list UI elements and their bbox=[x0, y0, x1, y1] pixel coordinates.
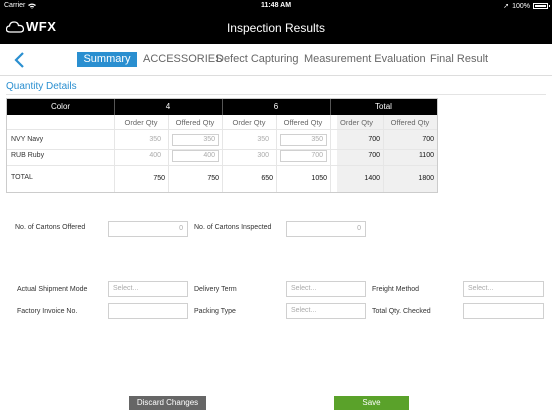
freight-method-label: Freight Method bbox=[372, 286, 420, 293]
page-title: Inspection Results bbox=[226, 21, 326, 35]
grid-body: Order Qty Offered Qty Order Qty Offered … bbox=[7, 115, 437, 192]
subheader-offered-qty: Offered Qty bbox=[390, 118, 430, 127]
header-color: Color bbox=[50, 102, 71, 111]
subheader-offered-qty: Offered Qty bbox=[175, 118, 215, 127]
shipment-mode-label: Actual Shipment Mode bbox=[17, 286, 88, 293]
save-button[interactable]: Save bbox=[334, 396, 409, 410]
offered-qty-input[interactable]: 350 bbox=[280, 134, 327, 146]
packing-type-label: Packing Type bbox=[194, 308, 236, 315]
tab-accessories[interactable]: ACCESSORIES bbox=[143, 52, 222, 67]
status-right: ➚ 100% bbox=[503, 2, 550, 10]
back-chevron-icon[interactable] bbox=[10, 50, 30, 70]
discard-changes-button[interactable]: Discard Changes bbox=[129, 396, 206, 410]
header-size-6: 6 bbox=[273, 102, 279, 111]
order-qty-cell: 350 bbox=[117, 134, 165, 146]
offered-qty-input[interactable]: 400 bbox=[172, 150, 219, 162]
section-divider bbox=[6, 94, 546, 95]
total-qty-checked-input[interactable] bbox=[463, 303, 544, 319]
total-cell: 750 bbox=[153, 175, 165, 182]
delivery-term-select[interactable]: Select... bbox=[286, 281, 366, 297]
offered-qty-input[interactable]: 350 bbox=[172, 134, 219, 146]
total-offered-qty: 1100 bbox=[418, 152, 434, 159]
battery-icon bbox=[533, 3, 550, 9]
subheader-order-qty: Order Qty bbox=[232, 118, 266, 127]
cartons-inspected-input[interactable]: 0 bbox=[286, 221, 366, 237]
tab-final-result[interactable]: Final Result bbox=[430, 52, 488, 67]
total-cell: 650 bbox=[261, 175, 273, 182]
grand-total-offered: 1800 bbox=[418, 175, 434, 182]
delivery-term-label: Delivery Term bbox=[194, 286, 237, 293]
order-qty-cell: 300 bbox=[225, 150, 273, 162]
tab-summary[interactable]: Summary bbox=[77, 52, 137, 67]
tab-measurement-evaluation[interactable]: Measurement Evaluation bbox=[304, 52, 426, 67]
app-header: WFX Inspection Results bbox=[0, 12, 552, 44]
battery-percent: 100% bbox=[512, 2, 530, 10]
total-offered-qty: 700 bbox=[422, 136, 434, 143]
status-bar: Carrier 11:48 AM ➚ 100% bbox=[0, 0, 552, 12]
order-qty-cell: 400 bbox=[117, 150, 165, 162]
total-cell: 750 bbox=[207, 175, 219, 182]
order-qty-cell: 350 bbox=[225, 134, 273, 146]
grand-total-order: 1400 bbox=[364, 175, 380, 182]
factory-invoice-input[interactable] bbox=[108, 303, 188, 319]
total-cell: 1050 bbox=[311, 175, 327, 182]
status-time: 11:48 AM bbox=[260, 2, 292, 9]
location-icon: ➚ bbox=[503, 3, 510, 10]
tab-bar: Summary ACCESSORIES Defect Capturing Mea… bbox=[0, 44, 552, 76]
total-order-qty: 700 bbox=[368, 152, 380, 159]
header-size-4: 4 bbox=[165, 102, 171, 111]
total-order-qty: 700 bbox=[368, 136, 380, 143]
tab-defect-capturing[interactable]: Defect Capturing bbox=[216, 52, 299, 67]
subheader-order-qty: Order Qty bbox=[340, 118, 373, 127]
packing-type-select[interactable]: Select... bbox=[286, 303, 366, 319]
row-divider bbox=[7, 129, 437, 130]
subheader-offered-qty: Offered Qty bbox=[283, 118, 323, 127]
row-label-total: TOTAL bbox=[11, 174, 33, 181]
section-title: Quantity Details bbox=[6, 81, 77, 92]
footer-bar: Discard Changes Save bbox=[0, 395, 552, 414]
grid-header: Color 4 6 Total bbox=[7, 99, 437, 115]
offered-qty-input[interactable]: 700 bbox=[280, 150, 327, 162]
row-divider bbox=[7, 149, 437, 150]
total-qty-checked-label: Total Qty. Checked bbox=[372, 308, 431, 315]
quantity-grid: Color 4 6 Total Order Qty Offered Qty Or… bbox=[6, 98, 438, 193]
freight-method-select[interactable]: Select... bbox=[463, 281, 544, 297]
row-label: NVY Navy bbox=[11, 136, 44, 143]
subheader-order-qty: Order Qty bbox=[124, 118, 158, 127]
row-label: RUB Ruby bbox=[11, 152, 45, 159]
factory-invoice-label: Factory Invoice No. bbox=[17, 308, 78, 315]
shipment-mode-select[interactable]: Select... bbox=[108, 281, 188, 297]
header-total: Total bbox=[375, 102, 392, 111]
cartons-inspected-label: No. of Cartons Inspected bbox=[194, 224, 272, 231]
cartons-offered-input[interactable]: 0 bbox=[108, 221, 188, 237]
row-divider bbox=[7, 165, 437, 166]
cartons-offered-label: No. of Cartons Offered bbox=[15, 224, 86, 231]
